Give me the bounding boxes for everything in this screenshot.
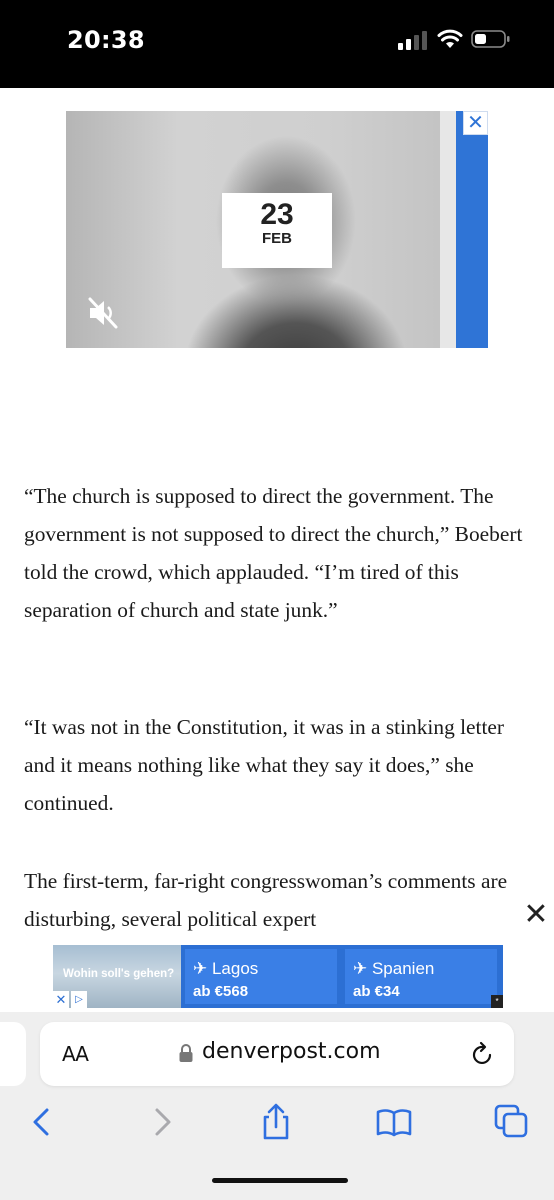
offer-price: ab €34 [353,983,400,1000]
reload-icon[interactable] [470,1040,496,1068]
offer-price: ab €568 [193,983,249,1000]
ad-close-icon[interactable]: ✕ [53,991,69,1008]
article-paragraph: “The church is supposed to direct the go… [24,484,523,622]
ad-info-icon[interactable]: * [491,995,503,1008]
bookmarks-icon[interactable] [374,1102,414,1142]
url-text[interactable]: denverpost.com [202,1039,381,1064]
ad-edge [440,111,456,348]
back-icon[interactable] [22,1102,62,1142]
tabs-icon[interactable] [492,1102,532,1142]
date-month: FEB [262,230,292,247]
home-indicator [212,1178,348,1183]
reader-options-button[interactable]: AA [62,1042,89,1066]
ad-close-icon[interactable]: ✕ [463,111,488,135]
ad-blue-strip [456,111,488,348]
share-icon[interactable] [256,1102,296,1142]
date-card: 23 FEB [222,193,332,268]
address-bar[interactable]: AA denverpost.com [40,1022,514,1086]
previous-tab-peek[interactable] [0,1022,26,1086]
lock-icon [179,1044,193,1062]
speaker-muted-icon[interactable] [84,295,122,331]
ad-tagline: Wohin soll's gehen? [63,968,175,980]
signal-icon [398,31,427,50]
status-time: 20:38 [67,26,145,54]
status-bar: 20:38 [0,0,554,88]
forward-icon[interactable] [142,1102,182,1142]
date-day: 23 [260,198,294,231]
offer-destination: ✈ Lagos [193,959,259,978]
offer-lagos[interactable]: ✈ Lagos ab €568 [185,949,337,1004]
flight-banner-ad[interactable]: Wohin soll's gehen? ✕ ▷ ✈ Lagos ab €568 … [53,945,503,1008]
offer-destination: ✈ Spanien [353,959,435,978]
article-paragraph: The first-term, far-right congresswoman’… [24,869,508,931]
banner-close-icon[interactable]: ✕ [522,900,550,932]
wifi-icon [437,29,463,48]
ad-airplane-image: Wohin soll's gehen? ✕ ▷ [53,945,181,1008]
offer-spanien[interactable]: ✈ Spanien ab €34 [345,949,497,1004]
article-paragraph: “It was not in the Constitution, it was … [24,715,505,815]
battery-icon [471,30,510,48]
ad-choices-icon[interactable]: ▷ [71,991,87,1008]
